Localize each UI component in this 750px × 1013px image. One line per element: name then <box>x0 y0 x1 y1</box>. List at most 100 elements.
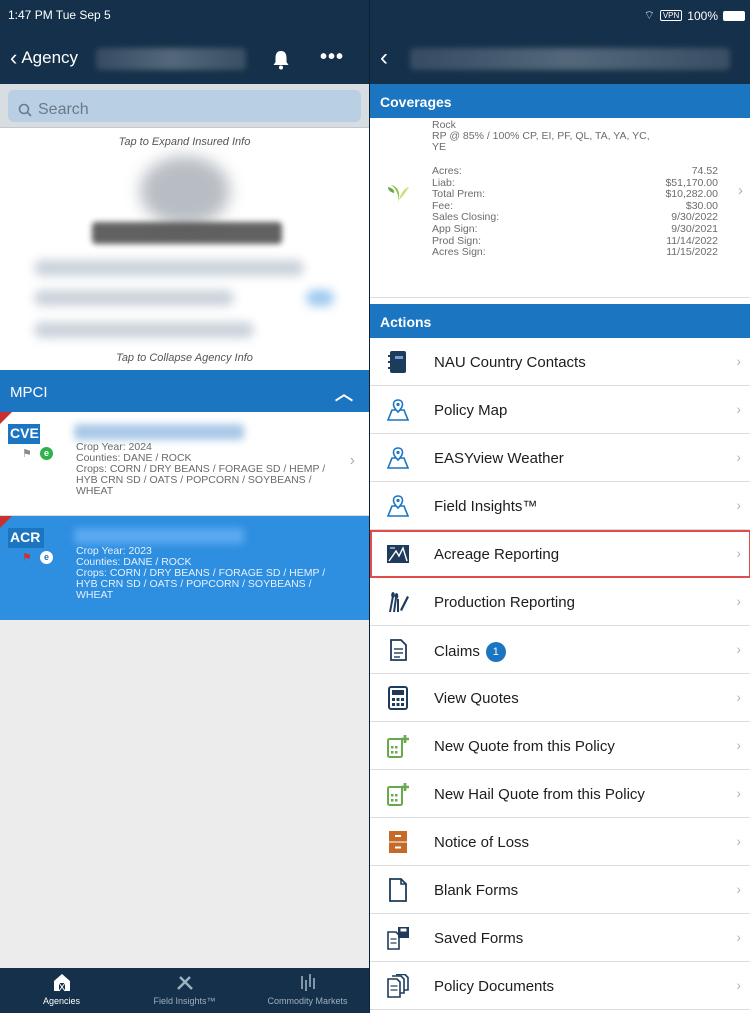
detail-label: Acres: <box>432 165 462 177</box>
claims-label: Claims <box>434 642 480 660</box>
more-options-icon[interactable]: ••• <box>320 46 344 69</box>
vpn-indicator: VPN <box>659 10 683 21</box>
action-label: EASYview Weather <box>434 450 564 467</box>
tab-field-insights[interactable]: Field Insights™ <box>123 972 246 1006</box>
action-acreage-reporting[interactable]: Acreage Reporting › <box>370 530 750 578</box>
action-production-reporting[interactable]: Production Reporting › <box>370 578 750 626</box>
back-button[interactable]: ‹ <box>380 44 388 72</box>
insured-detail-redacted <box>34 290 234 306</box>
flag-icon: ⚑ <box>22 552 32 564</box>
chevron-right-icon: › <box>736 689 741 705</box>
policy-row[interactable]: CVE ⚑ e Crop Year: 2024 Counties: DANE /… <box>0 412 369 516</box>
policy-name-redacted <box>74 424 244 440</box>
coverage-detail-row: Total Prem: $10,282.00 <box>432 189 718 201</box>
calculator-icon <box>388 686 408 710</box>
action-claims[interactable]: Claims 1 › <box>370 626 750 674</box>
bottom-tab-bar: Agencies Field Insights™ Commodity Marke… <box>0 968 369 1013</box>
policy-name-redacted <box>74 528 244 544</box>
action-label: Blank Forms <box>434 882 519 899</box>
action-label: View Quotes <box>434 690 519 707</box>
action-view-quotes[interactable]: View Quotes › <box>370 674 750 722</box>
wifi-icon: ⌔ <box>643 8 655 22</box>
coverage-detail-row: Acres: 74.52 <box>432 165 718 178</box>
coverage-details: Acres: 74.52 Liab: $51,170.00 Total Prem: $… <box>432 165 718 259</box>
document-icon <box>390 639 407 661</box>
action-field-insights[interactable]: Field Insights™ › <box>370 482 750 530</box>
chevron-left-icon: ‹ <box>10 45 18 70</box>
detail-value: 74.52 <box>691 165 718 177</box>
search-placeholder: Search <box>38 100 89 118</box>
search-input[interactable]: Search <box>8 90 361 122</box>
detail-value: 9/30/2021 <box>671 222 718 235</box>
action-saved-forms[interactable]: Saved Forms › <box>370 914 750 962</box>
battery-percent: 100% <box>687 8 718 23</box>
action-nau-country-contacts[interactable]: NAU Country Contacts › <box>370 338 750 386</box>
tools-icon <box>176 976 193 990</box>
policy-detail-pane: ⌔ VPN 100% ‹ Coverages Rock RP @ 85% / 1… <box>369 0 750 1013</box>
action-policy-documents[interactable]: Policy Documents › <box>370 962 750 1010</box>
policy-info: Crop Year: 2024 Counties: DANE / ROCK Cr… <box>76 442 338 497</box>
policy-type-badge: CVE <box>8 424 40 444</box>
tab-commodity-markets[interactable]: Commodity Markets <box>246 972 369 1006</box>
policy-type-badge: ACR <box>8 528 44 548</box>
chevron-right-icon: › <box>736 449 741 465</box>
action-new-quote[interactable]: New Quote from this Policy › <box>370 722 750 770</box>
insured-info-panel[interactable]: Tap to Expand Insured Info Tap to Collap… <box>0 128 369 370</box>
bell-icon[interactable] <box>272 50 290 70</box>
insured-action-redacted <box>306 290 334 306</box>
coverage-row[interactable]: Rock RP @ 85% / 100% CP, EI, PF, QL, TA,… <box>370 118 750 298</box>
action-label: Claims 1 <box>434 642 506 662</box>
back-to-agency-button[interactable]: ‹ Agency <box>10 45 79 70</box>
action-easyview-weather[interactable]: EASYview Weather › <box>370 434 750 482</box>
insured-detail-redacted <box>34 260 304 276</box>
action-label: Acreage Reporting <box>434 546 560 563</box>
action-label: New Hail Quote from this Policy <box>434 786 645 803</box>
tab-label: Commodity Markets <box>267 996 348 1006</box>
map-pin-icon <box>386 399 410 421</box>
flag-corner-icon <box>0 516 12 528</box>
status-bar-left: 1:47 PM Tue Sep 5 <box>0 0 369 34</box>
chevron-right-icon: › <box>738 182 743 199</box>
action-policy-map[interactable]: Policy Map › <box>370 386 750 434</box>
wheat-pen-icon <box>389 592 409 613</box>
policy-row-selected[interactable]: ACR ⚑ e Crop Year: 2023 Counties: DANE /… <box>0 516 369 620</box>
status-badge: e <box>40 447 53 460</box>
coverage-detail-row: Acres Sign: 11/15/2022 <box>432 247 718 259</box>
action-label: Policy Documents <box>434 978 555 995</box>
search-icon <box>18 103 32 117</box>
mpci-section-header[interactable]: MPCI ︿ <box>0 370 369 412</box>
coverages-header: Coverages <box>370 84 750 118</box>
policy-info: Crop Year: 2023 Counties: DANE / ROCK Cr… <box>76 546 338 601</box>
chevron-right-icon: › <box>736 497 741 513</box>
action-notice-of-loss[interactable]: Notice of Loss › <box>370 818 750 866</box>
chevron-right-icon: › <box>736 545 741 561</box>
tab-agencies[interactable]: Agencies <box>0 972 123 1006</box>
acreage-map-icon <box>387 545 409 563</box>
action-blank-forms[interactable]: Blank Forms › <box>370 866 750 914</box>
action-label: Notice of Loss <box>434 834 530 851</box>
agency-navbar: ‹ Agency ••• <box>0 34 369 84</box>
chevron-right-icon: › <box>736 737 741 753</box>
search-bar: Search <box>0 84 369 128</box>
calculator-plus-icon <box>387 783 409 806</box>
detail-label: Acres Sign: <box>432 246 486 259</box>
calculator-plus-icon <box>387 735 409 758</box>
insured-name-redacted <box>92 222 282 244</box>
policy-navbar: ‹ <box>370 34 750 84</box>
crop-leaf-icon <box>388 185 409 205</box>
chevron-up-icon[interactable]: ︿ <box>335 380 353 406</box>
policy-title-redacted <box>410 48 730 70</box>
battery-icon <box>723 10 745 21</box>
chevron-right-icon: › <box>736 353 741 369</box>
action-label: Policy Map <box>434 402 508 419</box>
tab-label: Field Insights™ <box>153 996 216 1006</box>
chevron-right-icon: › <box>736 785 741 801</box>
chevron-right-icon: › <box>736 929 741 945</box>
action-new-hail-quote[interactable]: New Hail Quote from this Policy › <box>370 770 750 818</box>
tab-label: Agencies <box>42 996 81 1006</box>
coverage-summary: Rock RP @ 85% / 100% CP, EI, PF, QL, TA,… <box>432 120 662 153</box>
agency-name-redacted <box>96 48 246 70</box>
back-label: Agency <box>21 48 79 67</box>
coverage-plan: RP @ 85% / 100% CP, EI, PF, QL, TA, YA, … <box>432 130 650 153</box>
chevron-right-icon: › <box>736 593 741 609</box>
